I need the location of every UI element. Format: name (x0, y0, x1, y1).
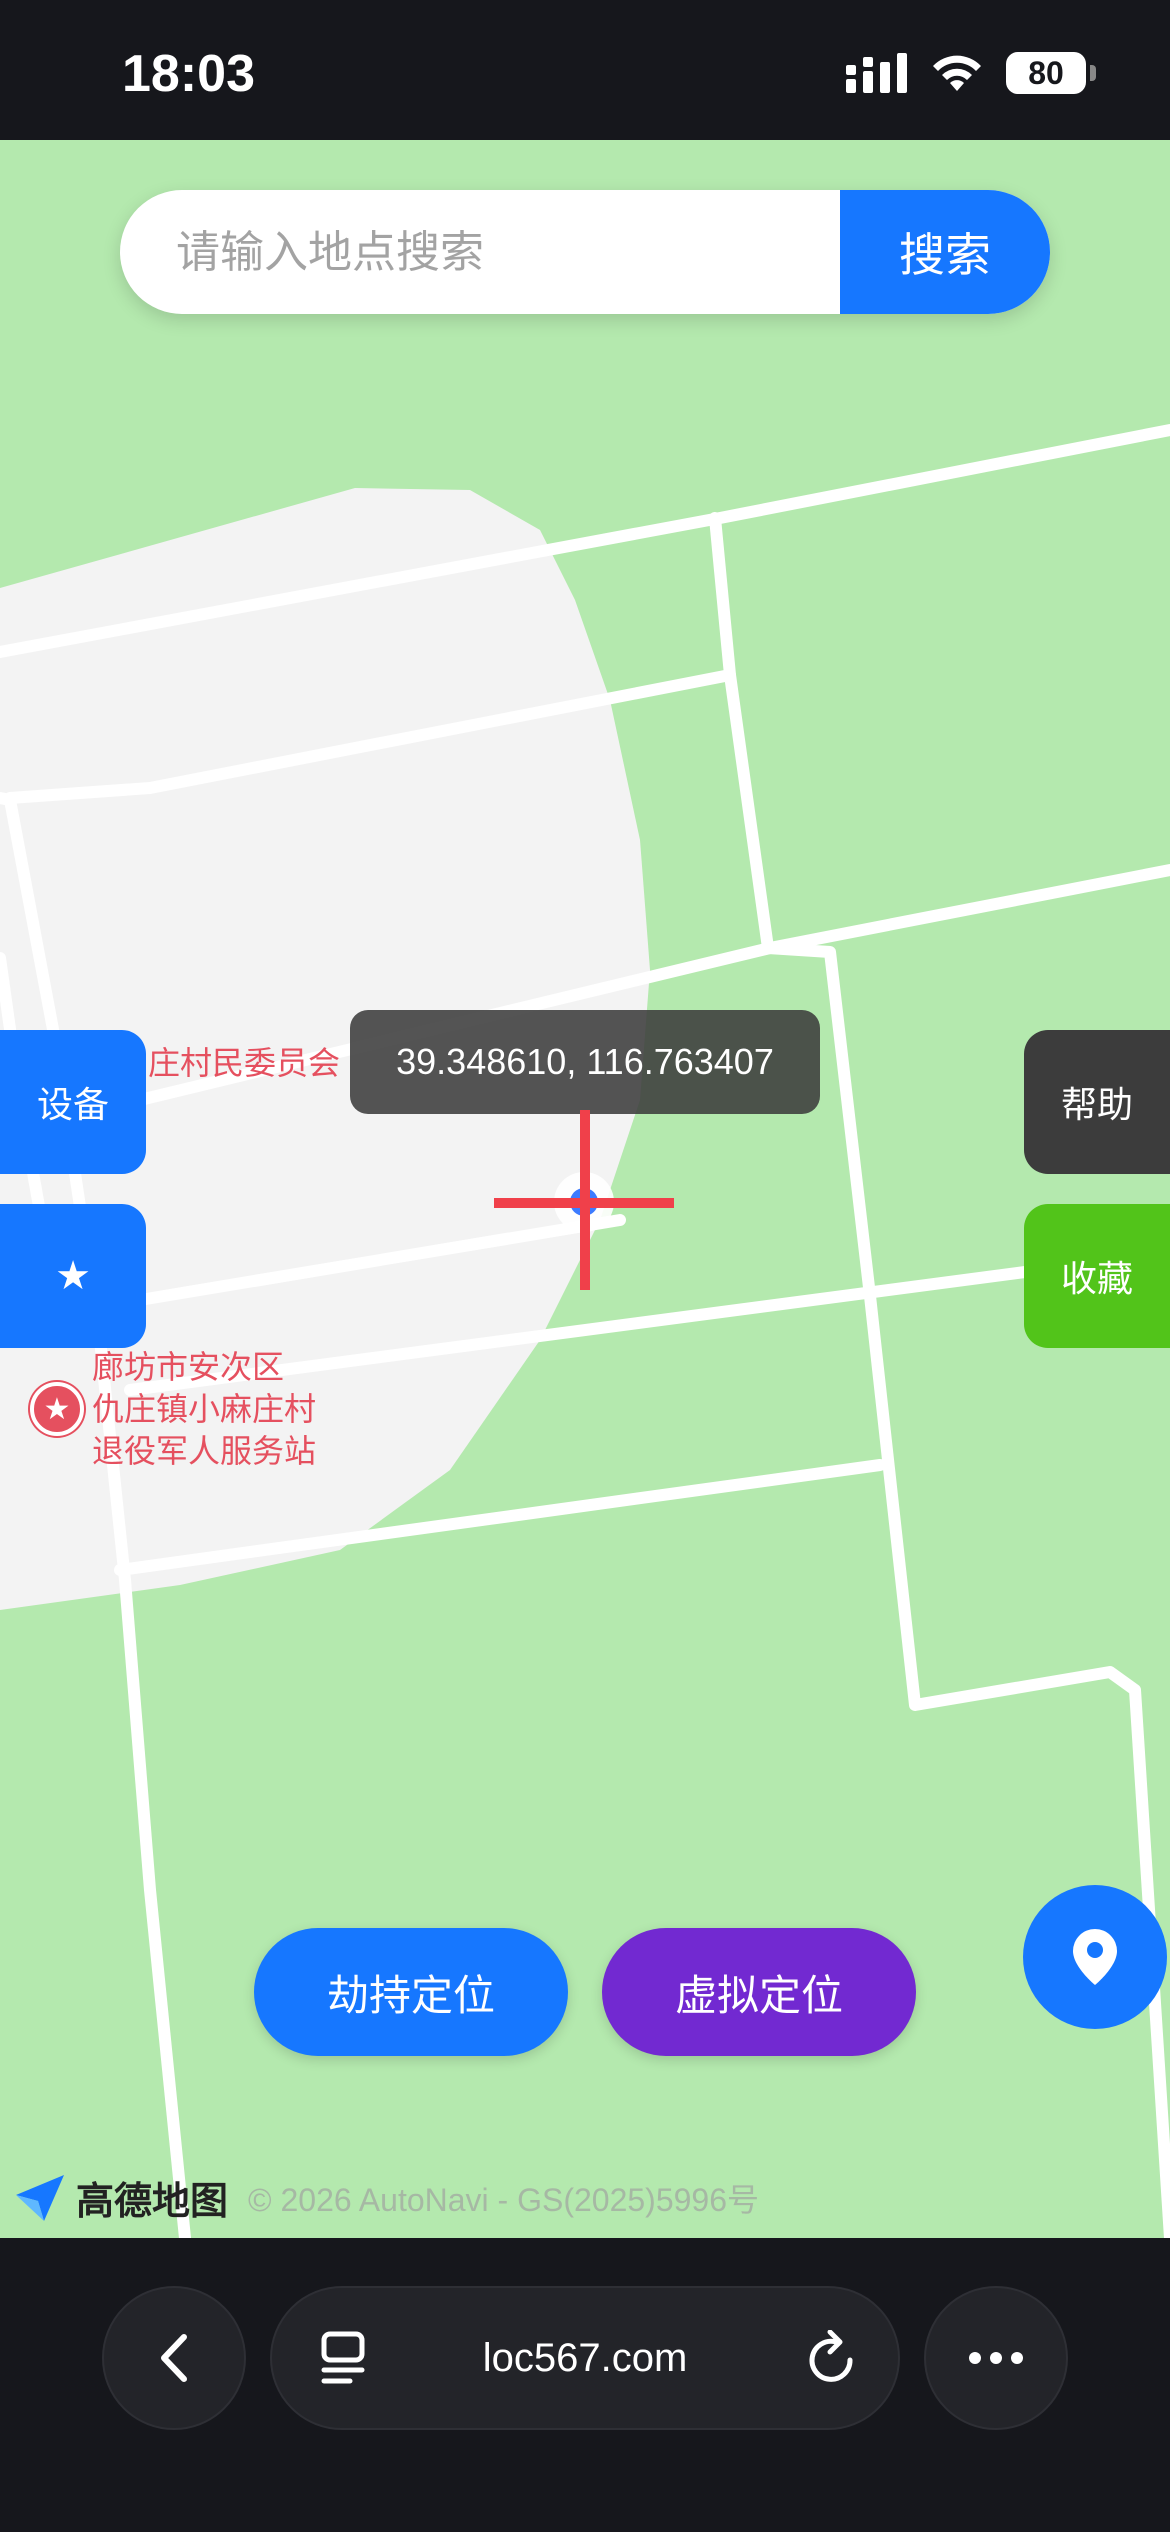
location-pin-icon (1073, 1929, 1117, 1985)
wifi-icon (933, 55, 981, 91)
coordinate-tooltip: 39.348610, 116.763407 (350, 1010, 820, 1114)
device-button[interactable]: 设备 (0, 1030, 146, 1174)
signal-icon (846, 53, 907, 93)
reload-icon[interactable] (806, 2330, 858, 2386)
map-footer: 高德地图 © 2026 AutoNavi - GS(2025)5996号 (14, 2170, 759, 2225)
favorite-button[interactable]: 收藏 (1024, 1204, 1170, 1348)
crosshair-icon (494, 1110, 674, 1290)
status-time: 18:03 (122, 45, 255, 103)
star-button[interactable]: ★ (0, 1204, 146, 1348)
locate-button[interactable] (1023, 1885, 1167, 2029)
poi-committee-label[interactable]: 庄村民委员会 (148, 1042, 340, 1084)
virtual-location-button[interactable]: 虚拟定位 (602, 1928, 916, 2056)
amap-brand: 高德地图 (76, 2179, 229, 2223)
poi-station-line2: 仇庄镇小麻庄村 (92, 1390, 317, 1428)
star-icon: ★ (55, 1253, 91, 1299)
search-bar: 搜索 (120, 190, 1050, 314)
poi-station-line3: 退役军人服务站 (92, 1432, 317, 1470)
search-input[interactable] (120, 190, 840, 314)
amap-logo: 高德地图 (14, 2170, 228, 2225)
more-button[interactable] (924, 2286, 1068, 2430)
poi-station-label[interactable]: 廊坊市安次区 仇庄镇小麻庄村 退役军人服务站 (92, 1346, 316, 1472)
poi-star-icon[interactable]: ★ (30, 1382, 84, 1436)
hijack-location-button[interactable]: 劫持定位 (254, 1928, 568, 2056)
search-button[interactable]: 搜索 (840, 190, 1050, 314)
map-copyright: © 2026 AutoNavi - GS(2025)5996号 (248, 2181, 760, 2218)
back-icon (161, 2334, 187, 2382)
back-button[interactable] (102, 2286, 246, 2430)
poi-station-line1: 廊坊市安次区 (92, 1348, 285, 1386)
help-button[interactable]: 帮助 (1024, 1030, 1170, 1174)
address-bar[interactable]: loc567.com (270, 2286, 900, 2430)
battery-icon: 80 (1006, 52, 1096, 94)
more-icon (969, 2352, 1023, 2364)
browser-toolbar: loc567.com (0, 2238, 1170, 2532)
status-bar: 18:03 80 (0, 0, 1170, 140)
map-view[interactable]: 搜索 庄村民委员会 ★ 廊坊市安次区 仇庄镇小麻庄村 退役军人服务站 39.34… (0, 140, 1170, 2238)
amap-logo-icon (16, 2174, 64, 2221)
url-text[interactable]: loc567.com (272, 2336, 898, 2381)
status-icons: 80 (846, 52, 1096, 94)
